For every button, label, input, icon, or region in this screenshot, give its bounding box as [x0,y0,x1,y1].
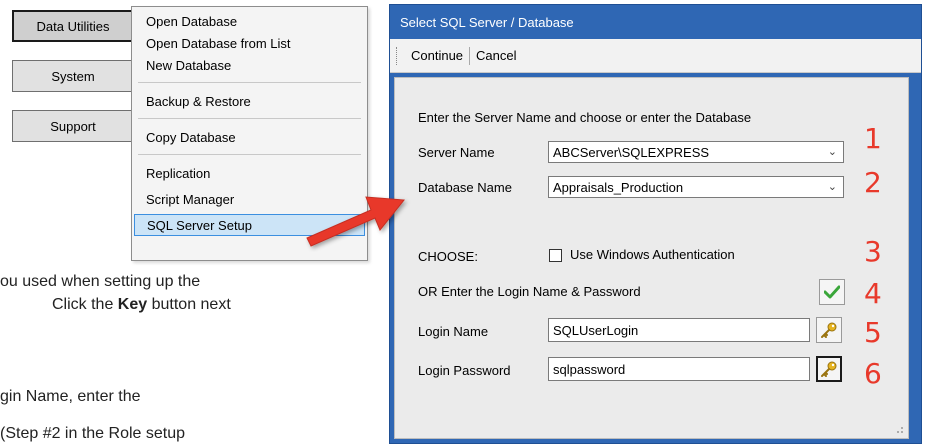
step-number-1: 1 [864,122,882,155]
step-number-3: 3 [864,235,882,268]
server-name-combo[interactable]: ABCServer\SQLEXPRESS ⌄ [548,141,844,163]
menu-item-copy-database[interactable]: Copy Database [134,126,365,148]
doc-text-line1: ou used when setting up the [0,273,201,290]
dialog-title: Select SQL Server / Database [400,14,574,30]
menu-separator [138,154,361,155]
key-icon [821,361,837,377]
test-connection-button[interactable] [819,279,845,305]
menu-separator [138,118,361,119]
step-number-5: 5 [864,316,882,349]
connection-panel: Enter the Server Name and choose or ente… [394,77,909,439]
menu-item-open-database[interactable]: Open Database [134,10,365,32]
server-name-value: ABCServer\SQLEXPRESS [553,144,710,160]
database-name-combo[interactable]: Appraisals_Production ⌄ [548,176,844,198]
data-utilities-menu: Open Database Open Database from List Ne… [131,6,368,261]
or-enter-login-label: OR Enter the Login Name & Password [418,284,641,299]
cancel-button[interactable]: Cancel [470,46,522,65]
doc-text-line2-prefix: Click the [52,296,118,313]
instruction-text: Enter the Server Name and choose or ente… [418,110,752,125]
doc-text-line3: gin Name, enter the [0,388,141,405]
menu-item-backup-restore[interactable]: Backup & Restore [134,90,365,112]
doc-text-line2-suffix: button next [147,296,231,313]
login-password-label: Login Password [418,363,511,378]
database-name-label: Database Name [418,180,512,195]
menu-item-new-database[interactable]: New Database [134,54,365,76]
login-name-input[interactable]: SQLUserLogin [548,318,810,342]
support-button[interactable]: Support [12,110,134,142]
step-number-2: 2 [864,166,882,199]
database-name-value: Appraisals_Production [553,179,684,195]
toolbar-grip-icon [396,46,399,65]
login-name-label: Login Name [418,324,489,339]
chevron-down-icon[interactable]: ⌄ [828,180,837,193]
continue-button[interactable]: Continue [405,46,469,65]
windows-auth-checkbox[interactable] [549,249,562,262]
step-number-4: 4 [864,277,882,310]
system-button[interactable]: System [12,60,134,92]
select-sql-server-dialog: Select SQL Server / Database Continue Ca… [389,4,922,444]
doc-text-line2-bold: Key [117,296,148,313]
data-utilities-button[interactable]: Data Utilities [12,10,134,42]
menu-item-sql-server-setup[interactable]: SQL Server Setup [134,214,365,236]
dialog-toolbar: Continue Cancel [390,39,921,73]
resize-grip-icon[interactable] [894,424,904,434]
doc-text-line2: Click the Key button next [52,296,231,314]
server-name-label: Server Name [418,145,495,160]
menu-separator [138,82,361,83]
login-name-key-button[interactable] [816,317,842,343]
menu-item-open-database-from-list[interactable]: Open Database from List [134,32,365,54]
menu-item-script-manager[interactable]: Script Manager [134,188,365,210]
chevron-down-icon[interactable]: ⌄ [828,145,837,158]
login-password-input[interactable]: sqlpassword [548,357,810,381]
doc-text-line4: (Step #2 in the Role setup [0,425,186,442]
choose-label: CHOOSE: [418,249,478,264]
step-number-6: 6 [864,357,882,390]
menu-item-replication[interactable]: Replication [134,162,365,184]
key-icon [821,322,837,338]
login-password-key-button[interactable] [816,356,842,382]
windows-auth-label[interactable]: Use Windows Authentication [570,247,735,262]
check-icon [824,285,840,299]
